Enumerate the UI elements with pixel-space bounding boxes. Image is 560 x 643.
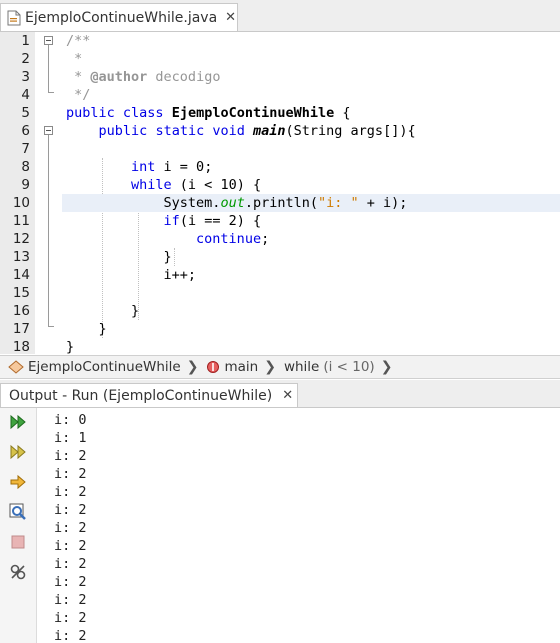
- line-number: 2: [21, 51, 30, 67]
- breadcrumb-item-class[interactable]: EjemploContinueWhile ❯: [8, 359, 198, 375]
- line-number: 13: [12, 249, 30, 265]
- stop-icon[interactable]: [9, 533, 27, 551]
- code-line[interactable]: * @author decodigo: [62, 68, 560, 86]
- line-number: 17: [12, 321, 30, 337]
- line-number: 8: [21, 159, 30, 175]
- output-line: i: 2: [54, 592, 87, 608]
- output-line: i: 2: [54, 484, 87, 500]
- close-icon[interactable]: ✕: [282, 388, 293, 403]
- editor-tab-title: EjemploContinueWhile.java: [25, 9, 218, 26]
- inspect-icon[interactable]: [9, 503, 27, 521]
- close-icon[interactable]: ✕: [225, 10, 236, 25]
- java-file-icon: [7, 10, 21, 26]
- step-over-icon[interactable]: [9, 473, 27, 491]
- fold-line: [48, 45, 49, 92]
- code-line[interactable]: }: [62, 320, 560, 338]
- code-line[interactable]: int i = 0;: [62, 158, 560, 176]
- line-number: 9: [21, 177, 30, 193]
- fold-toggle-icon[interactable]: [44, 126, 53, 135]
- output-line: i: 2: [54, 466, 87, 482]
- output-line: i: 2: [54, 574, 87, 590]
- fold-line: [48, 135, 49, 326]
- output-line: i: 2: [54, 448, 87, 464]
- breadcrumb-class-label: EjemploContinueWhile: [28, 359, 181, 375]
- line-number: 6: [21, 123, 30, 139]
- line-number: 7: [21, 141, 30, 157]
- output-line: i: 2: [54, 502, 87, 518]
- fold-margin: [35, 32, 61, 354]
- code-line[interactable]: public class EjemploContinueWhile {: [62, 104, 560, 122]
- editor-tab-bar: EjemploContinueWhile.java ✕: [0, 0, 560, 32]
- code-line[interactable]: }: [62, 338, 560, 356]
- class-icon: [8, 360, 24, 374]
- output-line: i: 2: [54, 610, 87, 626]
- chevron-right-icon: ❯: [264, 359, 276, 375]
- breadcrumb-loop-keyword: while: [283, 359, 320, 375]
- method-icon: [207, 361, 220, 373]
- code-line[interactable]: */: [62, 86, 560, 104]
- code-line[interactable]: [62, 140, 560, 158]
- line-number: 1: [21, 33, 30, 49]
- code-line[interactable]: System.out.println("i: " + i);: [62, 194, 560, 212]
- fold-end: [48, 326, 54, 327]
- output-toolbar: [0, 408, 37, 643]
- line-number: 4: [21, 87, 30, 103]
- code-line[interactable]: public static void main(String args[]){: [62, 122, 560, 140]
- code-line[interactable]: while (i < 10) {: [62, 176, 560, 194]
- output-line: i: 0: [54, 412, 87, 428]
- editor-tab[interactable]: EjemploContinueWhile.java ✕: [0, 3, 238, 31]
- chevron-right-icon: ❯: [380, 359, 393, 375]
- line-number: 10: [12, 195, 30, 211]
- code-line[interactable]: i++;: [62, 266, 560, 284]
- fold-end: [48, 92, 54, 93]
- output-line: i: 2: [54, 628, 87, 643]
- code-line[interactable]: *: [62, 50, 560, 68]
- output-tab-bar: Output - Run (EjemploContinueWhile) ✕: [0, 380, 560, 408]
- breadcrumb-method-label: main: [224, 359, 259, 375]
- output-tab-title: Output - Run (EjemploContinueWhile): [9, 387, 273, 404]
- line-number: 14: [12, 267, 30, 283]
- code-line[interactable]: continue;: [62, 230, 560, 248]
- code-line[interactable]: if(i == 2) {: [62, 212, 560, 230]
- line-number: 5: [21, 105, 30, 121]
- line-number: 12: [12, 231, 30, 247]
- code-line[interactable]: }: [62, 302, 560, 320]
- breadcrumb-item-method[interactable]: main ❯: [206, 359, 276, 375]
- code-line[interactable]: /**: [62, 32, 560, 50]
- code-line[interactable]: [62, 284, 560, 302]
- output-line: i: 1: [54, 430, 87, 446]
- output-line: i: 2: [54, 538, 87, 554]
- settings-icon[interactable]: [9, 563, 27, 581]
- line-number: 18: [12, 339, 30, 355]
- fold-toggle-icon[interactable]: [44, 36, 53, 45]
- output-console[interactable]: i: 0 i: 1 i: 2 i: 2 i: 2 i: 2 i: 2 i: 2 i: 2 i: 2…: [37, 408, 560, 643]
- line-number: 3: [21, 69, 30, 85]
- code-line[interactable]: }: [62, 248, 560, 266]
- breadcrumb: EjemploContinueWhile ❯ main ❯ while (i <…: [0, 355, 560, 379]
- line-number: 16: [12, 303, 30, 319]
- chevron-right-icon: ❯: [186, 359, 199, 375]
- rerun-icon[interactable]: [9, 413, 27, 431]
- code-editor[interactable]: 1 /** 2 * 3 * @author decodigo 4 */ 5 public c…: [0, 32, 560, 356]
- breadcrumb-item-loop[interactable]: while (i < 10) ❯: [284, 359, 393, 375]
- output-tab[interactable]: Output - Run (EjemploContinueWhile) ✕: [0, 383, 298, 407]
- line-number: 11: [12, 213, 30, 229]
- breadcrumb-loop-condition: (i < 10): [323, 359, 375, 375]
- output-line: i: 2: [54, 520, 87, 536]
- output-line: i: 2: [54, 556, 87, 572]
- line-number: 15: [12, 285, 30, 301]
- rerun-customized-icon[interactable]: [9, 443, 27, 461]
